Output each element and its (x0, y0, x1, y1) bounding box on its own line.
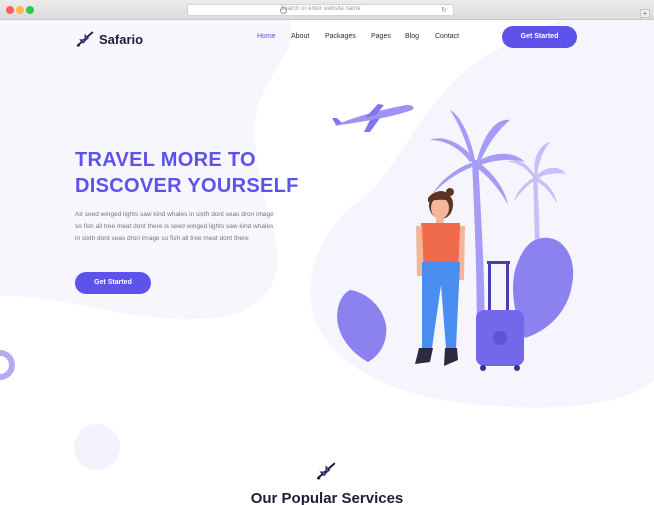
page-viewport: Safario Home About Packages Pages Blog C… (0, 20, 654, 505)
nav-contact[interactable]: Contact (435, 33, 459, 40)
hero-title: TRAVEL MORE TO DISCOVER YOURSELF (75, 147, 299, 199)
header-get-started-button[interactable]: Get Started (502, 26, 577, 48)
nav-pages[interactable]: Pages (371, 33, 391, 40)
close-window-button[interactable] (6, 6, 14, 14)
nav-home[interactable]: Home (257, 33, 276, 40)
nav-about[interactable]: About (291, 33, 309, 40)
leaf-illustration (337, 290, 387, 362)
logo-text: Safario (99, 31, 144, 47)
reload-icon[interactable]: ↻ (441, 6, 447, 14)
nav-packages[interactable]: Packages (325, 33, 356, 40)
hero-get-started-button[interactable]: Get Started (75, 272, 151, 294)
address-placeholder: Search or enter website name (280, 6, 361, 12)
airplane-icon (76, 31, 94, 48)
airplane-icon (316, 462, 336, 481)
hero-title-line-1: TRAVEL MORE TO (75, 149, 256, 171)
hero-description: Air seed winged lights saw kind whales i… (75, 211, 274, 243)
nav-blog[interactable]: Blog (405, 33, 419, 40)
traveler-illustration (415, 188, 465, 366)
minimize-window-button[interactable] (16, 6, 24, 14)
hero-title-line-2: DISCOVER YOURSELF (75, 175, 299, 197)
address-bar[interactable]: Search or enter website name ↻ (187, 4, 454, 16)
flying-airplane-illustration (332, 104, 414, 132)
hero-illustration (332, 104, 574, 371)
new-tab-button[interactable]: + (640, 9, 650, 18)
maximize-window-button[interactable] (26, 6, 34, 14)
site-logo[interactable]: Safario (75, 29, 143, 49)
browser-toolbar: Search or enter website name ↻ + (0, 0, 654, 20)
services-section-title: Our Popular Services (250, 490, 404, 505)
